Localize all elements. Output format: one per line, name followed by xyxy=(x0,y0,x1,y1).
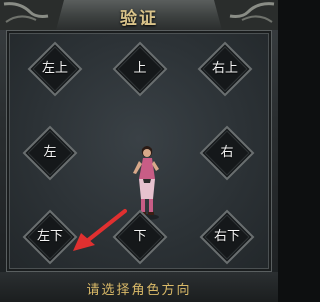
direction-label-down: 下 xyxy=(133,229,147,244)
direction-label-down-right: 右下 xyxy=(213,229,240,244)
footer-bar: 请选择角色方向 xyxy=(0,272,278,302)
direction-button-down-left[interactable]: 左下 xyxy=(22,209,78,265)
direction-label-right: 右 xyxy=(220,145,234,160)
direction-button-up-right[interactable]: 右上 xyxy=(197,41,253,97)
title-bar: 验证 xyxy=(0,0,278,30)
right-ornament-icon xyxy=(214,0,278,30)
direction-label-up-left: 左上 xyxy=(41,61,68,76)
direction-button-down-right[interactable]: 右下 xyxy=(199,209,255,265)
direction-label-up: 上 xyxy=(133,61,147,76)
instruction-text: 请选择角色方向 xyxy=(86,283,192,298)
direction-button-right[interactable]: 右 xyxy=(199,125,255,181)
direction-button-down[interactable]: 下 xyxy=(112,209,168,265)
direction-button-up-left[interactable]: 左上 xyxy=(27,41,83,97)
direction-label-left: 左 xyxy=(43,145,57,160)
verification-window: 验证 左上 上 右上 左 右 左下 下 右下 请选择角色方向 xyxy=(0,0,278,302)
direction-button-up[interactable]: 上 xyxy=(112,41,168,97)
direction-button-left[interactable]: 左 xyxy=(22,125,78,181)
direction-label-up-right: 右上 xyxy=(211,61,238,76)
direction-panel: 左上 上 右上 左 右 左下 下 右下 xyxy=(6,30,272,272)
direction-label-down-left: 左下 xyxy=(36,229,63,244)
